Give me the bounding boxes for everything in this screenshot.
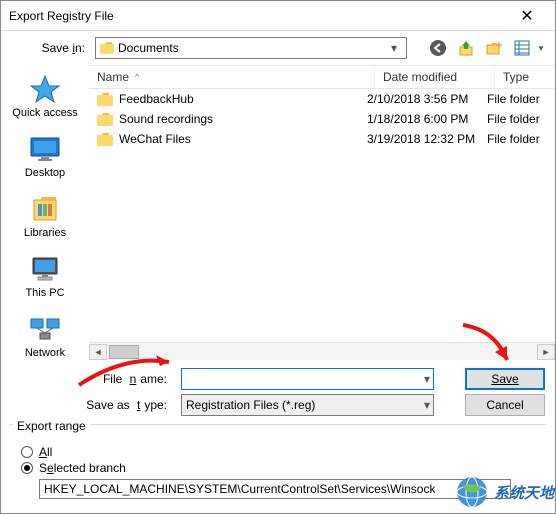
filename-input[interactable]: ▾ [181,368,434,390]
save-as-type-value: Registration Files (*.reg) [186,398,315,412]
window-title: Export Registry File [9,9,507,23]
save-as-type-combo[interactable]: Registration Files (*.reg) ▾ [181,394,434,416]
file-date: 2/10/2018 3:56 PM [367,92,487,106]
column-type-label: Type [503,70,529,84]
libraries-icon [27,193,63,225]
filename-field[interactable] [186,372,429,386]
radio-all[interactable]: All [21,445,543,459]
save-button[interactable]: Save [465,368,545,390]
chevron-down-icon[interactable]: ▾ [424,372,430,386]
selected-branch-input[interactable]: HKEY_LOCAL_MACHINE\SYSTEM\CurrentControl… [39,479,511,499]
file-type: File folder [487,92,547,106]
places-bar: Quick access Desktop Libraries This PC [1,65,89,360]
column-type[interactable]: Type [495,66,555,88]
place-label: Desktop [25,167,65,179]
inputs-area: File name: ▾ Save Save as type: Registra… [1,360,555,420]
scroll-right-button[interactable]: ► [537,344,555,360]
view-menu-dropdown[interactable]: ▼ [537,44,545,53]
new-folder-button[interactable] [483,37,505,59]
chevron-down-icon: ▾ [424,398,430,412]
file-date: 3/19/2018 12:32 PM [367,132,487,146]
watermark-text: 系统天地 [494,482,554,503]
save-button-label: Save [491,372,518,386]
scroll-thumb[interactable] [109,345,139,359]
radio-selected-label: Selected branch [39,461,126,475]
save-in-combo[interactable]: Documents ▾ [95,37,407,59]
this-pc-icon [27,253,63,285]
list-item[interactable]: FeedbackHub 2/10/2018 3:56 PM File folde… [89,89,555,109]
export-registry-dialog: Export Registry File ✕ Save in: Document… [0,0,556,514]
file-name: Sound recordings [119,112,213,126]
scroll-track[interactable] [107,344,537,360]
sort-indicator-icon: ^ [135,72,139,82]
horizontal-scrollbar[interactable]: ◄ ► [89,342,555,360]
radio-icon [21,446,33,458]
place-label: Quick access [12,107,77,119]
list-item[interactable]: WeChat Files 3/19/2018 12:32 PM File fol… [89,129,555,149]
folder-icon [97,133,113,146]
back-button[interactable] [427,37,449,59]
column-name-label: Name [97,70,129,84]
chevron-down-icon: ▾ [386,41,402,55]
scroll-left-button[interactable]: ◄ [89,344,107,360]
column-date-label: Date modified [383,70,457,84]
place-libraries[interactable]: Libraries [5,193,85,239]
quick-access-icon [27,73,63,105]
save-in-value: Documents [118,41,386,55]
cancel-button-label: Cancel [486,398,523,412]
column-date[interactable]: Date modified [375,66,495,88]
place-label: This PC [25,287,64,299]
folder-icon [97,113,113,126]
file-date: 1/18/2018 6:00 PM [367,112,487,126]
save-in-label: Save in: [11,41,91,55]
view-menu-button[interactable] [511,37,533,59]
export-range-legend: Export range [13,419,90,433]
file-type: File folder [487,132,547,146]
place-label: Network [25,347,65,359]
close-button[interactable]: ✕ [507,6,547,26]
place-quick-access[interactable]: Quick access [5,73,85,119]
folder-icon [97,93,113,106]
radio-all-label: All [39,445,52,459]
filename-label: File name: [11,372,181,386]
cancel-button[interactable]: Cancel [465,394,545,416]
place-desktop[interactable]: Desktop [5,133,85,179]
place-this-pc[interactable]: This PC [5,253,85,299]
list-item[interactable]: Sound recordings 1/18/2018 6:00 PM File … [89,109,555,129]
place-label: Libraries [24,227,66,239]
place-network[interactable]: Network [5,313,85,359]
file-type: File folder [487,112,547,126]
documents-folder-icon [100,42,114,54]
file-list-area: Name ^ Date modified Type FeedbackHub 2/… [89,65,555,360]
file-name: WeChat Files [119,132,191,146]
radio-selected-branch[interactable]: Selected branch [21,461,543,475]
desktop-icon [27,133,63,165]
column-headers: Name ^ Date modified Type [89,65,555,89]
watermark: 系统天地 [454,474,554,510]
save-in-row: Save in: Documents ▾ ▼ [1,31,555,65]
globe-icon [454,474,490,510]
file-list[interactable]: FeedbackHub 2/10/2018 3:56 PM File folde… [89,89,555,342]
up-one-level-button[interactable] [455,37,477,59]
radio-icon [21,462,33,474]
file-name: FeedbackHub [119,92,194,106]
titlebar: Export Registry File ✕ [1,1,555,31]
save-as-type-label: Save as type: [11,398,181,412]
selected-branch-value: HKEY_LOCAL_MACHINE\SYSTEM\CurrentControl… [44,482,435,496]
dialog-body: Quick access Desktop Libraries This PC [1,65,555,360]
column-name[interactable]: Name ^ [89,66,375,88]
network-icon [27,313,63,345]
